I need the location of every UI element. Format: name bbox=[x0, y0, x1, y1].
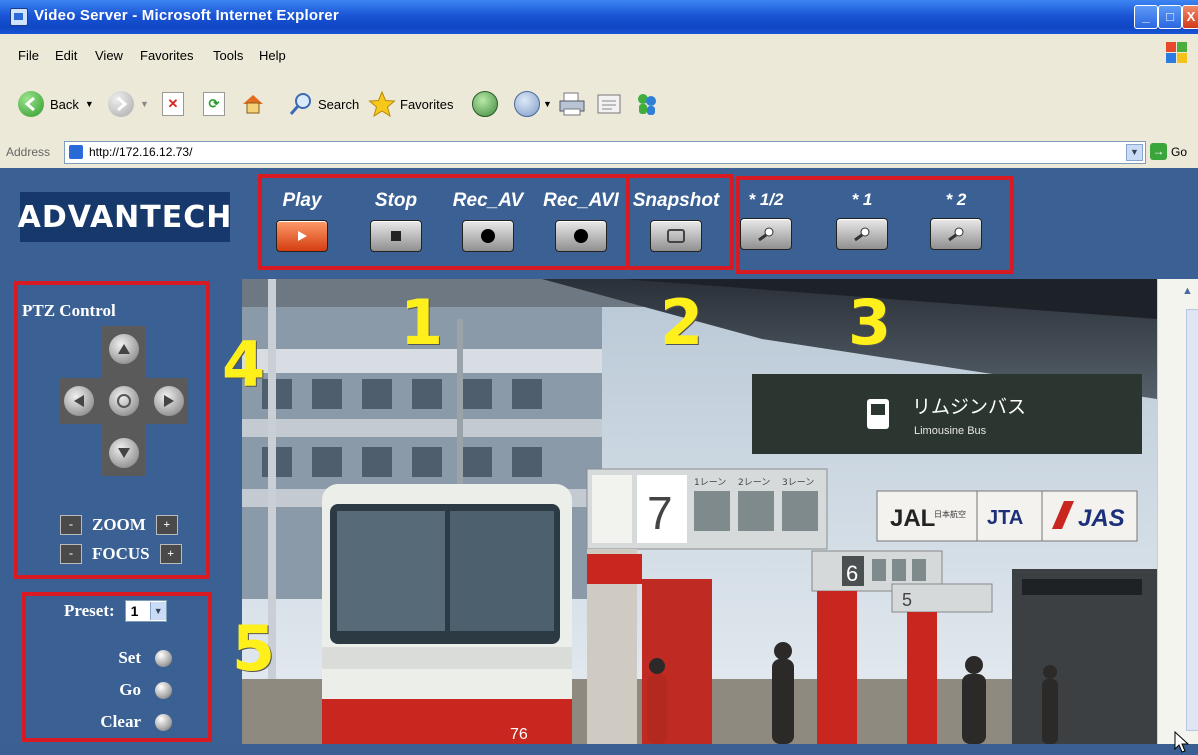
ie-app-icon bbox=[10, 8, 28, 26]
annotation-number-1: 1 bbox=[400, 286, 444, 359]
video-server-page: ADVANTECH Play Stop Rec_AV Rec_AVI Snaps… bbox=[0, 168, 1198, 753]
messenger-icon bbox=[638, 94, 656, 115]
page-icon bbox=[69, 145, 83, 159]
minimize-button[interactable]: _ bbox=[1134, 5, 1158, 29]
browser-toolbar: Back ▼ ▼ ✕ ⟳ Search Favorites ▼ bbox=[0, 74, 1198, 137]
address-input[interactable]: http://172.16.12.73/ ▼ bbox=[64, 141, 1146, 164]
annotation-number-4: 4 bbox=[222, 328, 266, 401]
menu-tools[interactable]: Tools bbox=[213, 48, 243, 63]
platform-5-sign: 5 bbox=[891, 583, 993, 613]
back-dropdown-icon: ▼ bbox=[84, 99, 94, 109]
favorites-label: Favorites bbox=[400, 96, 454, 112]
menu-help[interactable]: Help bbox=[259, 48, 286, 63]
print-button[interactable] bbox=[558, 90, 586, 118]
refresh-button[interactable]: ⟳ bbox=[203, 90, 225, 118]
edit-button[interactable] bbox=[596, 90, 622, 118]
home-button[interactable] bbox=[240, 90, 266, 118]
close-button[interactable]: X bbox=[1182, 5, 1198, 29]
annotation-number-5: 5 bbox=[232, 612, 276, 685]
address-dropdown-icon[interactable]: ▼ bbox=[1126, 144, 1143, 161]
printer-icon bbox=[559, 92, 585, 116]
stop-load-button[interactable]: ✕ bbox=[162, 90, 184, 118]
stop-x-icon: ✕ bbox=[162, 92, 184, 116]
back-label: Back bbox=[50, 96, 79, 112]
limousine-bus-sign: リムジンバス Limousine Bus bbox=[752, 374, 1142, 454]
menu-file[interactable]: File bbox=[18, 48, 39, 63]
mouse-cursor-icon bbox=[1174, 731, 1190, 753]
menu-bar: File Edit View Favorites Tools Help bbox=[0, 34, 1198, 75]
window-title: Video Server - Microsoft Internet Explor… bbox=[34, 7, 339, 24]
history-button[interactable] bbox=[472, 90, 498, 118]
advantech-logo: ADVANTECH bbox=[18, 192, 231, 242]
annotation-box-1 bbox=[258, 174, 630, 270]
forward-button[interactable]: ▼ bbox=[108, 90, 149, 118]
title-bar: Video Server - Microsoft Internet Explor… bbox=[0, 0, 1198, 34]
star-icon bbox=[368, 90, 396, 118]
address-url: http://172.16.12.73/ bbox=[89, 145, 193, 159]
mail-button[interactable]: ▼ bbox=[514, 90, 552, 118]
annotation-number-3: 3 bbox=[848, 286, 892, 359]
menu-view[interactable]: View bbox=[95, 48, 123, 63]
messenger-button[interactable] bbox=[634, 90, 660, 118]
menu-edit[interactable]: Edit bbox=[55, 48, 77, 63]
search-label: Search bbox=[318, 96, 360, 112]
address-label: Address bbox=[6, 145, 51, 159]
go-button[interactable]: → Go bbox=[1150, 143, 1187, 160]
edit-page-icon bbox=[597, 94, 621, 114]
search-button[interactable]: Search bbox=[288, 90, 359, 118]
home-icon bbox=[243, 95, 263, 114]
jas-logo: JAS bbox=[1078, 505, 1125, 532]
platform-7-number: 7 bbox=[647, 487, 673, 539]
bus: 76 bbox=[322, 484, 572, 744]
airline-signs: JAL 日本航空 JTA JAS bbox=[876, 490, 1138, 542]
lane-1-label: 1レーン bbox=[694, 478, 726, 488]
jal-japanese: 日本航空 bbox=[934, 509, 966, 519]
favorites-button[interactable]: Favorites bbox=[368, 90, 453, 118]
refresh-icon: ⟳ bbox=[203, 92, 225, 116]
menu-favorites[interactable]: Favorites bbox=[140, 48, 193, 63]
mail-dropdown-icon: ▼ bbox=[543, 99, 552, 109]
search-icon bbox=[289, 93, 311, 115]
scroll-up-icon[interactable]: ▲ bbox=[1182, 285, 1196, 299]
back-button[interactable]: Back ▼ bbox=[18, 90, 94, 118]
history-icon bbox=[472, 91, 498, 117]
platform-6-number: 6 bbox=[846, 561, 858, 586]
lane-3-label: 3レーン bbox=[782, 478, 814, 488]
platform-5-number: 5 bbox=[902, 590, 912, 610]
vertical-scrollbar[interactable]: ▲ bbox=[1157, 279, 1198, 744]
forward-dropdown-icon: ▼ bbox=[140, 99, 149, 109]
maximize-button[interactable]: □ bbox=[1158, 5, 1182, 29]
bus-number: 76 bbox=[510, 726, 528, 743]
annotation-box-2 bbox=[626, 174, 734, 270]
annotation-number-2: 2 bbox=[660, 286, 704, 359]
scroll-thumb[interactable] bbox=[1186, 309, 1198, 731]
windows-flag-icon bbox=[1166, 42, 1188, 64]
annotation-box-4 bbox=[14, 281, 210, 579]
lane-2-label: 2レーン bbox=[738, 478, 770, 488]
go-label: Go bbox=[1171, 144, 1188, 159]
forward-arrow-icon bbox=[108, 91, 134, 117]
mail-icon bbox=[514, 91, 540, 117]
bus-sign-japanese: リムジンバス bbox=[912, 396, 1026, 418]
platform-7-sign: 7 1レーン 2レーン 3レーン bbox=[586, 468, 828, 550]
annotation-box-5 bbox=[22, 592, 212, 742]
jta-logo: JTA bbox=[987, 507, 1023, 529]
back-arrow-icon bbox=[18, 91, 44, 117]
annotation-box-3 bbox=[736, 176, 1014, 274]
jal-logo: JAL bbox=[890, 505, 935, 532]
go-arrow-icon: → bbox=[1150, 143, 1167, 160]
bus-sign-english: Limousine Bus bbox=[914, 425, 987, 437]
address-bar: Address http://172.16.12.73/ ▼ → Go bbox=[0, 136, 1198, 168]
